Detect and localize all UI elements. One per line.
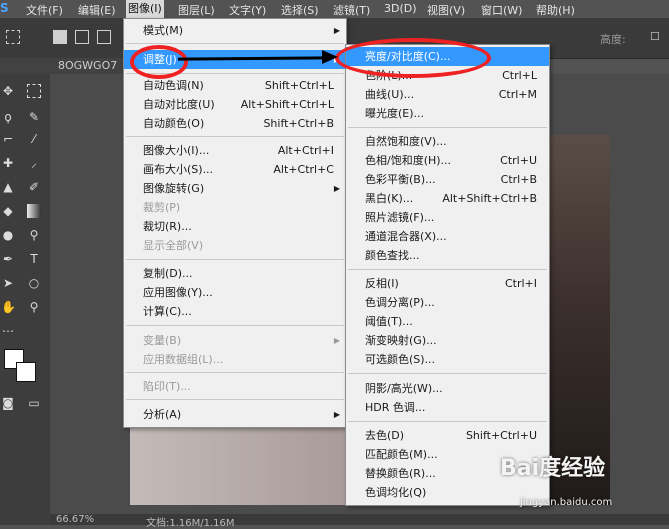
menu-item-curves[interactable]: 曲线(U)... Ctrl+M: [346, 85, 549, 104]
quick-select-icon[interactable]: ✎: [27, 110, 41, 124]
menu-item-vibrance[interactable]: 自然饱和度(V)...: [346, 132, 549, 151]
menu-item-apply-image[interactable]: 应用图像(Y)...: [124, 283, 346, 302]
menu-item-desaturate[interactable]: 去色(D) Shift+Ctrl+U: [346, 426, 549, 445]
clone-stamp-icon[interactable]: ▲: [1, 180, 15, 194]
type-icon[interactable]: T: [27, 252, 41, 266]
screen-mode-icon[interactable]: ▭: [27, 396, 41, 410]
gradient-icon[interactable]: [27, 204, 41, 218]
image-menu: 模式(M) ▶ 调整(J) ▶ 自动色调(N) Shift+Ctrl+L 自动对比度(…: [123, 18, 347, 428]
zoom-level: 66.67%: [56, 514, 95, 525]
new-selection-icon[interactable]: [53, 30, 67, 44]
menu-item-trim[interactable]: 裁切(R)...: [124, 217, 346, 236]
menu-bar: S 文件(F) 编辑(E) 图像(I) 图层(L) 文字(Y) 选择(S) 滤镜…: [0, 0, 669, 18]
add-selection-icon[interactable]: [75, 30, 89, 44]
menu-item-color-balance[interactable]: 色彩平衡(B)... Ctrl+B: [346, 170, 549, 189]
menu-window[interactable]: 窗口(W): [481, 2, 522, 18]
document-image-bottom: [130, 425, 350, 505]
menu-item-hdr-toning[interactable]: HDR 色调...: [346, 398, 549, 417]
quick-mask-icon[interactable]: ◙: [1, 396, 15, 410]
subtract-selection-icon[interactable]: [97, 30, 111, 44]
menu-item-gradient-map[interactable]: 渐变映射(G)...: [346, 331, 549, 350]
settings-icon[interactable]: ☐: [650, 30, 662, 43]
lasso-icon[interactable]: ϙ: [1, 110, 15, 124]
menu-item-duplicate[interactable]: 复制(D)...: [124, 264, 346, 283]
blur-icon[interactable]: ●: [1, 228, 15, 242]
menu-item-variables[interactable]: 变量(B) ▶: [124, 331, 346, 350]
eraser-icon[interactable]: ◆: [1, 204, 15, 218]
menu-item-selective-color[interactable]: 可选颜色(S)...: [346, 350, 549, 369]
annotation-arrow-head: [322, 50, 338, 64]
menu-item-photo-filter[interactable]: 照片滤镜(F)...: [346, 208, 549, 227]
menu-item-posterize[interactable]: 色调分离(P)...: [346, 293, 549, 312]
doc-size: 文档:1.16M/1.16M: [146, 518, 235, 529]
pen-icon[interactable]: ✒: [1, 252, 15, 266]
menu-item-analysis[interactable]: 分析(A) ▶: [124, 405, 346, 424]
dodge-icon[interactable]: ⚲: [27, 228, 41, 242]
menu-item-invert[interactable]: 反相(I) Ctrl+I: [346, 274, 549, 293]
menu-item-exposure[interactable]: 曝光度(E)...: [346, 104, 549, 123]
zoom-icon[interactable]: ⚲: [27, 300, 41, 314]
marquee-tool-icon[interactable]: [6, 30, 20, 44]
move-icon[interactable]: ✥: [1, 84, 15, 98]
menu-item-equalize[interactable]: 色调均化(Q): [346, 483, 549, 502]
baidu-jingyan-url: jingyan.baidu.com: [520, 497, 613, 508]
menu-help[interactable]: 帮助(H): [536, 2, 575, 18]
menu-image[interactable]: 图像(I): [126, 0, 164, 18]
menu-item-canvas-size[interactable]: 画布大小(S)... Alt+Ctrl+C: [124, 160, 346, 179]
tools-panel: ✥ ϙ ✎ ⌐ ⁄ ✚ ⸝ ▲ ✐ ◆ ● ⚲ ✒ T ➤ ○ ✋ ⚲ ⋯ ◙ …: [0, 74, 51, 525]
menu-filter[interactable]: 滤镜(T): [333, 2, 370, 18]
healing-brush-icon[interactable]: ✚: [1, 156, 15, 170]
menu-item-hue-saturation[interactable]: 色相/饱和度(H)... Ctrl+U: [346, 151, 549, 170]
history-brush-icon[interactable]: ✐: [27, 180, 41, 194]
menu-view[interactable]: 视图(V): [427, 2, 465, 18]
photoshop-logo: S: [0, 1, 9, 15]
menu-item-trap[interactable]: 陷印(T)...: [124, 377, 346, 396]
menu-3d[interactable]: 3D(D): [384, 2, 417, 15]
document-tab[interactable]: 8OGWGO7: [58, 59, 117, 72]
height-label: 高度:: [600, 33, 626, 46]
more-tools-icon[interactable]: ⋯: [1, 324, 15, 338]
background-color-swatch[interactable]: [16, 362, 36, 382]
document-tab-bar: 8OGWGO7: [0, 58, 125, 74]
baidu-jingyan-watermark: Bai度经验: [500, 456, 606, 481]
menu-item-crop[interactable]: 裁剪(P): [124, 198, 346, 217]
menu-edit[interactable]: 编辑(E): [78, 2, 116, 18]
annotation-circle-brightness: [335, 38, 491, 78]
menu-type[interactable]: 文字(Y): [229, 2, 266, 18]
menu-select[interactable]: 选择(S): [281, 2, 319, 18]
annotation-circle-adjustments: [130, 45, 188, 79]
hand-icon[interactable]: ✋: [1, 300, 16, 314]
eyedropper-icon[interactable]: ⁄: [27, 132, 41, 146]
brush-icon[interactable]: ⸝: [27, 156, 41, 170]
ellipse-icon[interactable]: ○: [27, 276, 41, 290]
menu-item-reveal-all[interactable]: 显示全部(V): [124, 236, 346, 255]
menu-item-black-white[interactable]: 黑白(K)... Alt+Shift+Ctrl+B: [346, 189, 549, 208]
status-bar: 66.67% 文档:1.16M/1.16M: [50, 514, 669, 529]
adjustments-submenu: 亮度/对比度(C)... 色阶(L)... Ctrl+L 曲线(U)... Ctrl…: [345, 44, 550, 506]
menu-item-auto-color[interactable]: 自动颜色(O) Shift+Ctrl+B: [124, 114, 346, 133]
menu-item-channel-mixer[interactable]: 通道混合器(X)...: [346, 227, 549, 246]
menu-item-threshold[interactable]: 阈值(T)...: [346, 312, 549, 331]
menu-item-mode[interactable]: 模式(M) ▶: [124, 21, 346, 40]
menu-item-calculations[interactable]: 计算(C)...: [124, 302, 346, 321]
menu-item-auto-contrast[interactable]: 自动对比度(U) Alt+Shift+Ctrl+L: [124, 95, 346, 114]
menu-item-image-size[interactable]: 图像大小(I)... Alt+Ctrl+I: [124, 141, 346, 160]
menu-item-apply-data-set[interactable]: 应用数据组(L)...: [124, 350, 346, 369]
menu-item-shadows-highlights[interactable]: 阴影/高光(W)...: [346, 379, 549, 398]
rect-marquee-icon[interactable]: [27, 84, 41, 98]
menu-file[interactable]: 文件(F): [26, 2, 63, 18]
menu-item-image-rotation[interactable]: 图像旋转(G) ▶: [124, 179, 346, 198]
crop-icon[interactable]: ⌐: [1, 132, 15, 146]
menu-item-color-lookup[interactable]: 颜色查找...: [346, 246, 549, 265]
menu-layer[interactable]: 图层(L): [178, 2, 215, 18]
path-select-icon[interactable]: ➤: [1, 276, 15, 290]
